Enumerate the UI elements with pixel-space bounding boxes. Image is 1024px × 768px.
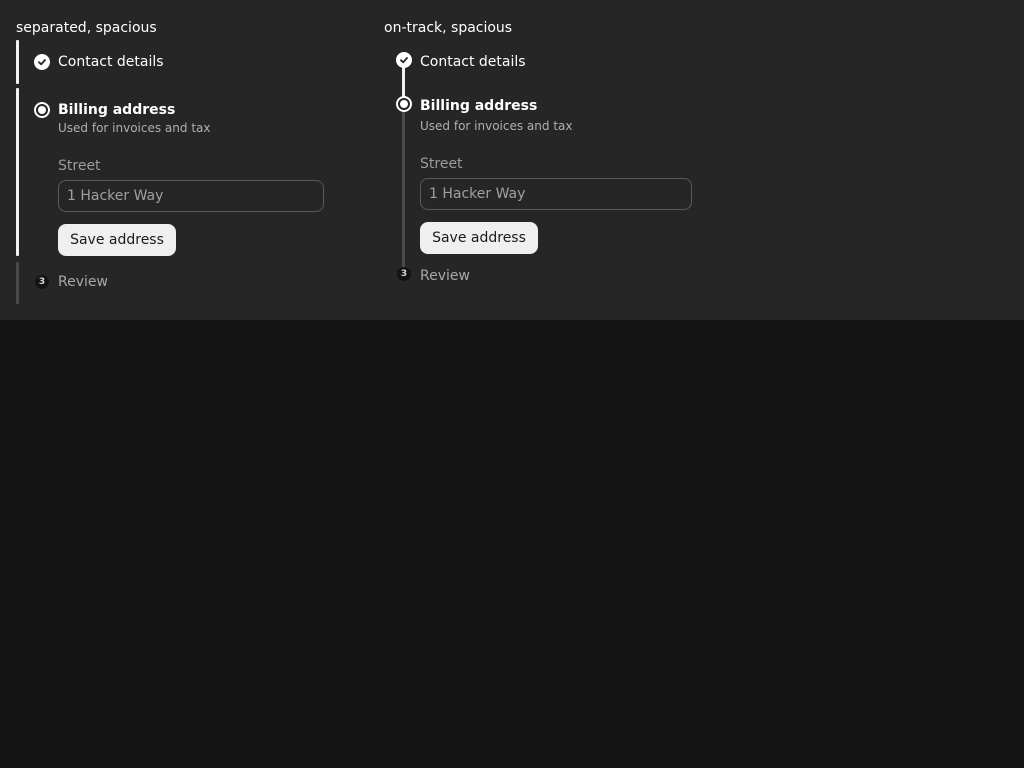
step-billing-address[interactable] xyxy=(396,96,412,112)
step-indicator-bar xyxy=(16,88,19,256)
street-input[interactable] xyxy=(58,180,324,212)
save-address-button[interactable]: Save address xyxy=(420,222,538,254)
street-label: Street xyxy=(58,158,101,174)
step-label[interactable]: Contact details xyxy=(420,54,526,70)
step-contact-details[interactable] xyxy=(34,54,50,70)
step-description: Used for invoices and tax xyxy=(420,119,573,133)
step-label[interactable]: Review xyxy=(420,268,470,284)
street-input[interactable] xyxy=(420,178,692,210)
step-label[interactable]: Contact details xyxy=(58,54,164,70)
progress-track xyxy=(402,112,405,268)
radio-icon xyxy=(34,102,50,118)
step-contact-details[interactable] xyxy=(396,52,412,68)
number-icon: 3 xyxy=(397,267,411,281)
stepper-demo-panel: separated, spacious Contact details Bill… xyxy=(0,0,1024,320)
variant-title: separated, spacious xyxy=(16,20,157,36)
radio-icon xyxy=(396,96,412,112)
step-label[interactable]: Billing address xyxy=(58,102,175,118)
check-icon xyxy=(396,52,412,68)
check-icon xyxy=(34,54,50,70)
step-indicator-bar xyxy=(16,262,19,304)
step-label[interactable]: Billing address xyxy=(420,98,537,114)
step-review[interactable]: 3 xyxy=(35,275,49,289)
variant-title: on-track, spacious xyxy=(384,20,513,36)
progress-track-filled xyxy=(402,66,405,98)
step-billing-address[interactable] xyxy=(34,102,50,118)
save-address-button[interactable]: Save address xyxy=(58,224,176,256)
step-description: Used for invoices and tax xyxy=(58,121,211,135)
street-label: Street xyxy=(420,156,463,172)
step-indicator-bar xyxy=(16,40,19,84)
step-review[interactable]: 3 xyxy=(397,267,411,281)
number-icon: 3 xyxy=(35,275,49,289)
step-label[interactable]: Review xyxy=(58,274,108,290)
